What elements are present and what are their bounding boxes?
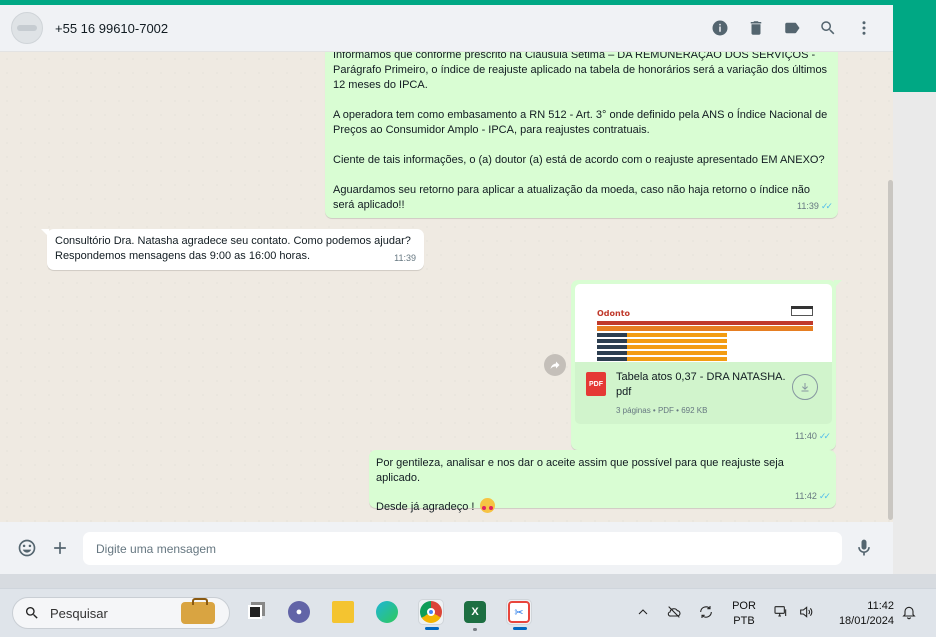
clock-date: 18/01/2024 [838,615,894,627]
message-time: 11:40 [795,431,817,441]
message-time: 11:39 [394,253,416,263]
document-title-bar [597,321,813,325]
chrome-browser-glyph [420,601,442,623]
microphone-icon[interactable] [854,538,874,558]
forward-icon[interactable] [544,354,566,376]
message-text: Por gentileza, analisar e nos dar o acei… [376,457,784,484]
windows-taskbar: Pesquisar ● X ✂ POR PTB 11:42 18/01/2024 [0,588,936,637]
avatar-image [17,25,37,31]
document-corner-header [791,306,813,309]
speaker-icon[interactable] [797,603,815,621]
message-paragraph: Ciente de tais informações, o (a) doutor… [333,154,825,166]
document-row [597,345,813,349]
message-paragraph: A operadora tem como embasamento a RN 51… [333,109,828,136]
contact-avatar[interactable] [11,12,43,44]
message-document[interactable]: Odonto PDF Tabela atos 0,37 - DRA NATASH… [571,280,842,450]
bubble-tail [834,280,842,288]
document-row [597,333,813,337]
file-name: Tabela atos 0,37 - DRA NATASHA. pdf [616,370,791,400]
background-accent [893,0,936,92]
message-paragraph: Informamos que conforme prescrito na Clá… [333,52,828,91]
plus-icon[interactable] [50,538,70,558]
bubble-tail [41,229,49,237]
file-extension: pdf [616,386,632,398]
header-actions [709,17,875,39]
document-header-row [597,326,813,331]
search-icon [24,605,40,621]
message-text: Desde já agradeço ! [376,501,475,513]
chat-scrollbar[interactable] [888,180,893,520]
notification-bell-icon[interactable] [900,603,918,621]
document-thumbnail[interactable]: Odonto [575,284,832,362]
input-language[interactable]: POR PTB [728,599,760,629]
more-vertical-icon[interactable] [853,17,875,39]
download-icon[interactable] [792,374,818,400]
task-view-square [248,605,262,619]
document-row [597,357,813,361]
chrome-center-dot [427,608,435,616]
read-ticks-icon: ✓✓ [818,431,831,441]
message-outgoing[interactable]: Informamos que conforme prescrito na Clá… [325,52,838,218]
running-indicator [513,627,527,630]
snipping-tool-glyph: ✂ [508,601,530,623]
read-ticks-icon: ✓✓ [818,491,831,501]
message-paragraph: Aguardamos seu retorno para aplicar a at… [333,184,810,211]
search-label: Pesquisar [50,606,108,621]
message-input[interactable] [83,532,842,565]
network-icon[interactable] [772,603,790,621]
file-name-text: Tabela atos 0,37 - DRA NATASHA. [616,371,786,383]
compose-bar [0,522,893,574]
message-status: 11:42 ✓✓ [795,489,831,504]
search-icon[interactable] [817,17,839,39]
briefcase-icon [181,598,215,624]
snipping-tool-icon[interactable]: ✂ [506,599,532,630]
clock-time: 11:42 [867,600,894,612]
keyboard-layout: PTB [733,615,755,627]
contact-name[interactable]: +55 16 99610-7002 [55,21,168,36]
document-row [597,339,813,343]
file-explorer-icon[interactable] [330,599,356,625]
document-logo: Odonto [597,309,631,318]
teams-chat-glyph: ● [288,601,310,623]
info-icon[interactable] [709,17,731,39]
emoji-icon[interactable] [17,538,37,558]
message-text-line: Desde já agradeço ! [376,498,829,515]
document-row [597,351,813,355]
taskbar-search[interactable]: Pesquisar [12,597,230,629]
excel-glyph: X [464,601,486,623]
file-meta: 3 páginas • PDF • 692 KB [616,406,708,415]
message-time: 11:39 [797,201,819,211]
message-outgoing[interactable]: Por gentileza, analisar e nos dar o acei… [369,450,836,513]
message-status: 11:39 ✓✓ [797,199,833,214]
message-time: 11:42 [795,491,817,501]
teams-chat-icon[interactable]: ● [286,599,312,625]
sync-icon[interactable] [697,603,715,621]
edge-browser-icon[interactable] [374,599,400,625]
message-incoming[interactable]: Consultório Dra. Natasha agradece seu co… [41,229,424,270]
message-list[interactable]: Informamos que conforme prescrito na Clá… [0,52,893,522]
pdf-file-icon: PDF [586,372,606,396]
excel-icon[interactable]: X [462,599,488,631]
chat-header: +55 16 99610-7002 [0,5,893,52]
whatsapp-window: +55 16 99610-7002 Informamos que conform… [0,0,893,574]
label-icon[interactable] [781,17,803,39]
chevron-up-icon[interactable] [634,603,652,621]
smiling-face-with-hearts-icon [479,498,495,513]
task-view-icon[interactable] [242,599,268,625]
taskbar-clock[interactable]: 11:42 18/01/2024 [826,599,894,629]
running-indicator [425,627,439,630]
message-status: 11:40 ✓✓ [795,429,831,444]
chrome-browser-icon[interactable] [418,599,444,630]
language-code: POR [732,600,756,612]
read-ticks-icon: ✓✓ [820,201,833,211]
cloud-offline-icon[interactable] [665,603,683,621]
file-explorer-glyph [332,601,354,623]
message-text: Consultório Dra. Natasha agradece seu co… [55,235,411,262]
running-indicator [473,628,477,631]
trash-icon[interactable] [745,17,767,39]
file-card[interactable]: PDF Tabela atos 0,37 - DRA NATASHA. pdf … [575,362,832,424]
background-panel [893,92,936,574]
edge-browser-glyph [376,601,398,623]
task-view-glyph [244,601,266,623]
